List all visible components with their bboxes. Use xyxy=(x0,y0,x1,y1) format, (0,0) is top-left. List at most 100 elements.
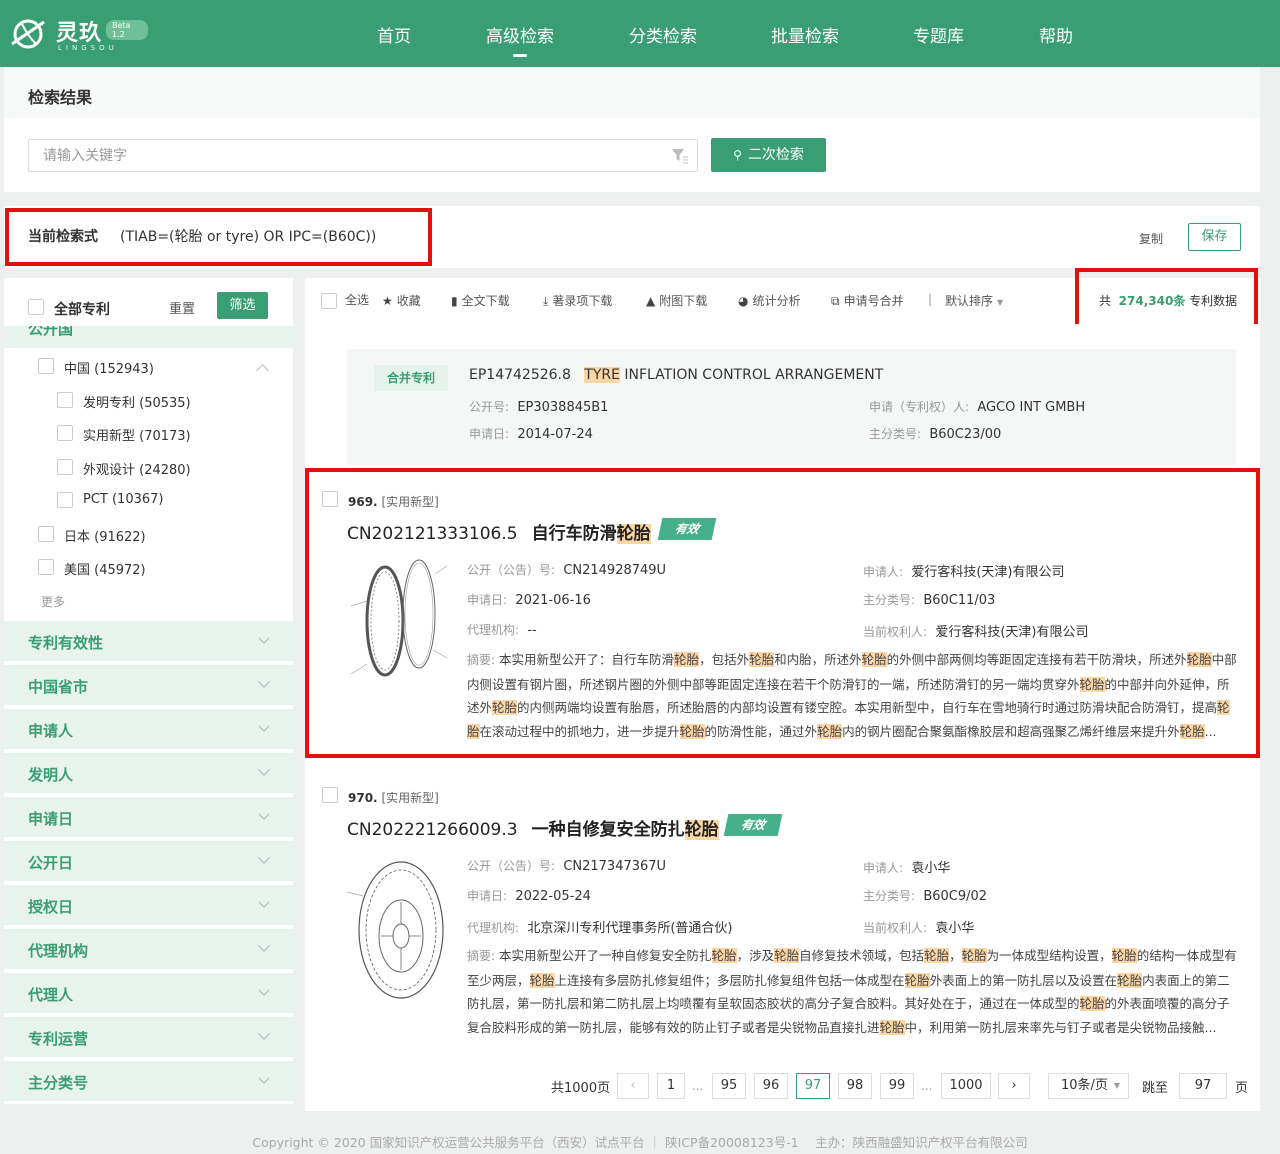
page-button[interactable]: 98 xyxy=(838,1073,872,1099)
keyword-highlight: 轮胎 xyxy=(1079,996,1105,1011)
merged-number[interactable]: EP14742526.8 TYRE INFLATION CONTROL ARRA… xyxy=(469,367,883,383)
checkbox[interactable] xyxy=(57,392,73,408)
page-button[interactable]: 1000 xyxy=(941,1073,991,1099)
facet-validity[interactable]: 专利有效性 xyxy=(4,621,293,661)
page-size-select[interactable]: 10条/页 ▼ xyxy=(1048,1073,1129,1099)
filter-icon[interactable] xyxy=(671,148,689,164)
search-card-header xyxy=(4,67,1260,118)
nav-help[interactable]: 帮助 xyxy=(1039,22,1073,47)
applicant-field: 申请人: 爱行客科技(天津)有限公司 xyxy=(863,561,1064,580)
field-value: 爱行客科技(天津)有限公司 xyxy=(935,625,1089,640)
patent-drawing-bicycle-tyre xyxy=(350,559,448,677)
field-label: 主分类号: xyxy=(869,427,922,441)
facet-pub-date[interactable]: 公开日 xyxy=(4,841,293,881)
favorite-button[interactable]: ★ 收藏 xyxy=(382,292,421,309)
page-button[interactable]: 1 xyxy=(657,1073,685,1099)
nav-advanced-search[interactable]: 高级检索 xyxy=(486,22,554,57)
query-expression: (TIAB=(轮胎 or tyre) OR IPC=(B60C)) xyxy=(120,229,377,245)
record-title-text: 自行车防滑 xyxy=(531,524,617,544)
facet-label: 主分类号 xyxy=(28,1074,89,1092)
abstract-text: 本实用新型公开了：自行车防滑轮胎，包括外轮胎和内胎，所述外轮胎的外侧中部两侧均等… xyxy=(467,652,1237,739)
field-value: 2022-05-24 xyxy=(515,889,591,904)
next-page-button[interactable]: › xyxy=(998,1073,1030,1099)
total-number: 274,340条 xyxy=(1118,294,1186,308)
filter-button[interactable]: 筛选 xyxy=(217,292,268,319)
drawings-download-button[interactable]: ▲ 附图下载 xyxy=(646,292,707,309)
checkbox[interactable] xyxy=(321,292,337,309)
secondary-search-button[interactable]: ⚲ 二次检索 xyxy=(711,138,826,172)
facet-inventor[interactable]: 发明人 xyxy=(4,753,293,793)
stats-label: 统计分析 xyxy=(752,294,801,308)
facet-agency[interactable]: 代理机构 xyxy=(4,929,293,969)
document-icon: ▮ xyxy=(451,294,458,308)
page-button[interactable]: 96 xyxy=(754,1073,788,1099)
sort-dropdown[interactable]: 默认排序 ▼ xyxy=(945,292,1003,309)
checkbox[interactable] xyxy=(38,358,54,374)
checkbox[interactable] xyxy=(28,299,44,315)
type-label: 实用新型 (70173) xyxy=(83,429,191,444)
record-type: [实用新型] xyxy=(381,495,439,509)
keyword-highlight: 轮胎 xyxy=(1117,972,1143,988)
field-label: 当前权利人: xyxy=(863,921,928,935)
country-label: 美国 (45972) xyxy=(64,563,146,578)
chevron-right-icon: › xyxy=(1011,1078,1017,1093)
field-label: 申请日: xyxy=(467,889,508,903)
field-label: 主分类号: xyxy=(863,593,916,607)
save-button[interactable]: 保存 xyxy=(1188,223,1241,251)
all-patents-checkbox[interactable]: 全部专利 xyxy=(28,299,228,318)
merge-label: 申请号合并 xyxy=(843,294,904,308)
record-title[interactable]: CN202221266009.3 一种自修复安全防扎轮胎 xyxy=(347,815,719,840)
checkbox[interactable] xyxy=(57,492,73,508)
fulltext-download-button[interactable]: ▮ 全文下载 xyxy=(451,292,510,309)
more-link[interactable]: 更多 xyxy=(41,593,65,610)
status-badge: 有效 xyxy=(657,518,717,540)
record-type: [实用新型] xyxy=(381,791,439,805)
query-label: 当前检索式 xyxy=(28,229,98,245)
nav-batch-search[interactable]: 批量检索 xyxy=(771,22,839,47)
search-input[interactable] xyxy=(29,140,649,171)
checkbox[interactable] xyxy=(38,559,54,575)
ipc-field: 主分类号: B60C11/03 xyxy=(863,591,995,608)
merge-icon: ⧉ xyxy=(831,294,840,308)
field-value: CN217347367U xyxy=(563,859,667,874)
secondary-search-label: 二次检索 xyxy=(747,147,804,163)
chevron-left-icon: ‹ xyxy=(630,1078,636,1093)
stats-button[interactable]: ◕ 统计分析 xyxy=(738,292,801,309)
page-button[interactable]: 99 xyxy=(880,1073,914,1099)
record-checkbox[interactable] xyxy=(322,491,338,507)
record-title[interactable]: CN202121333106.5 自行车防滑轮胎 xyxy=(347,519,651,544)
facet-country-header[interactable]: 公开国 xyxy=(4,326,293,348)
facet-province[interactable]: 中国省市 xyxy=(4,665,293,705)
prev-page-button[interactable]: ‹ xyxy=(617,1073,649,1099)
page-button[interactable]: 95 xyxy=(712,1073,746,1099)
checkbox[interactable] xyxy=(57,425,73,441)
biblio-download-button[interactable]: ⤓ 著录项下载 xyxy=(543,292,612,309)
keyword-highlight: 轮胎 xyxy=(1079,676,1105,692)
facet-app-date[interactable]: 申请日 xyxy=(4,797,293,837)
logo[interactable]: 灵玖 LINGSOU Beta 1.2 xyxy=(8,10,148,56)
select-all-label: 全选 xyxy=(345,293,370,307)
merge-button[interactable]: ⧉ 申请号合并 xyxy=(831,292,904,309)
facet-agent[interactable]: 代理人 xyxy=(4,973,293,1013)
nav-home[interactable]: 首页 xyxy=(377,22,411,47)
nav-classification-search[interactable]: 分类检索 xyxy=(629,22,697,47)
chevron-down-icon xyxy=(258,940,270,952)
jump-input[interactable]: 97 xyxy=(1179,1073,1227,1099)
facet-main-ipc[interactable]: 主分类号 xyxy=(4,1061,293,1101)
drawings-label: 附图下载 xyxy=(659,294,708,308)
page-button-current[interactable]: 97 xyxy=(796,1073,830,1099)
field-value: 2014-07-24 xyxy=(517,427,593,442)
reset-button[interactable]: 重置 xyxy=(169,298,195,317)
copy-button[interactable]: 复制 xyxy=(1139,230,1163,247)
record-checkbox[interactable] xyxy=(322,787,338,803)
keyword-highlight: 轮胎 xyxy=(861,652,887,667)
facet-applicant[interactable]: 申请人 xyxy=(4,709,293,749)
facet-grant-date[interactable]: 授权日 xyxy=(4,885,293,925)
checkbox[interactable] xyxy=(38,526,54,542)
checkbox[interactable] xyxy=(57,459,73,475)
total-prefix: 共 xyxy=(1099,294,1112,308)
nav-topic-library[interactable]: 专题库 xyxy=(913,22,964,47)
merged-tag: 合并专利 xyxy=(374,365,448,391)
select-all[interactable]: 全选 xyxy=(321,291,369,309)
facet-operation[interactable]: 专利运营 xyxy=(4,1017,293,1057)
